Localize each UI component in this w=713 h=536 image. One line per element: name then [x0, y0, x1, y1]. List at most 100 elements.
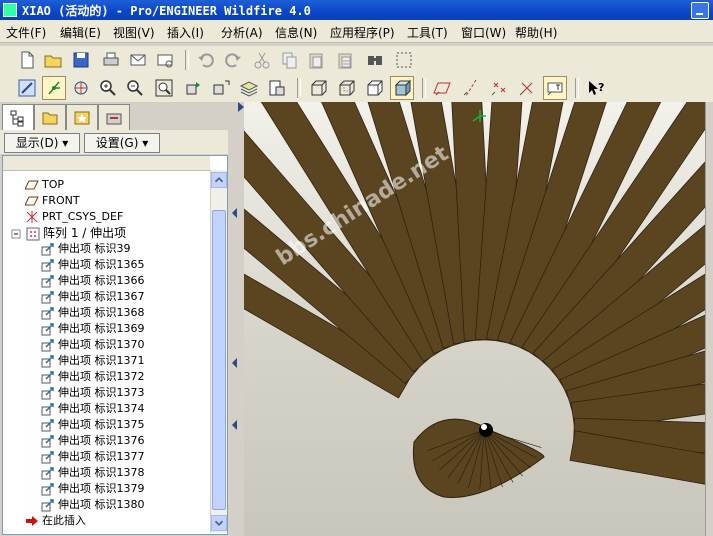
menu-tools[interactable]: 工具(T): [407, 24, 448, 41]
tree-item-csys[interactable]: PRT_CSYS_DEF: [25, 209, 123, 225]
menu-file[interactable]: 文件(F): [6, 24, 46, 41]
menu-info[interactable]: 信息(N): [275, 24, 317, 41]
tab-folder-browser[interactable]: [34, 104, 66, 131]
hidden-line-icon[interactable]: [335, 77, 357, 99]
refit-icon[interactable]: [153, 77, 175, 99]
collapse-arrow-icon[interactable]: [232, 420, 238, 430]
tree-item-feature[interactable]: 伸出项 标识1366: [41, 273, 145, 289]
context-help-icon[interactable]: ?: [585, 77, 607, 99]
minimize-button[interactable]: [691, 2, 709, 19]
reorient-icon[interactable]: [183, 77, 205, 99]
tree-item-feature[interactable]: 伸出项 标识1370: [41, 337, 145, 353]
datum-csys-icon[interactable]: [516, 77, 538, 99]
fan-hub: [412, 418, 545, 498]
settings-dropdown-label: 设置(G): [95, 136, 139, 150]
tab-favorites[interactable]: [66, 104, 98, 131]
tree-item-label: 在此插入: [42, 514, 86, 527]
collapse-arrow-icon[interactable]: [232, 358, 238, 368]
toolbar-separator: [297, 78, 301, 98]
tree-item-feature[interactable]: 伸出项 标识1379: [41, 481, 145, 497]
view-manager-icon[interactable]: [266, 77, 288, 99]
extrude-icon: [41, 290, 55, 304]
datum-point-icon[interactable]: [488, 77, 510, 99]
menu-insert[interactable]: 插入(I): [167, 24, 204, 41]
zoom-in-icon[interactable]: [97, 77, 119, 99]
menu-analysis[interactable]: 分析(A): [221, 24, 263, 41]
extrude-icon: [41, 482, 55, 496]
scroll-thumb[interactable]: [212, 210, 226, 510]
save-icon[interactable]: [70, 49, 92, 71]
graphics-viewport[interactable]: [244, 102, 705, 536]
tree-item-feature[interactable]: 伸出项 标识1376: [41, 433, 145, 449]
saved-views-icon[interactable]: [210, 77, 232, 99]
menu-applications[interactable]: 应用程序(P): [330, 24, 395, 41]
tree-item-feature[interactable]: 伸出项 标识1365: [41, 257, 145, 273]
tree-item-label: 伸出项 标识1370: [58, 338, 145, 351]
email-attach-icon[interactable]: [154, 49, 176, 71]
tree-scrollbar[interactable]: [210, 170, 227, 533]
tree-item-feature[interactable]: 伸出项 标识1368: [41, 305, 145, 321]
orient-icon[interactable]: [70, 77, 92, 99]
tree-item-feature[interactable]: 伸出项 标识1369: [41, 321, 145, 337]
tree-item-feature[interactable]: 伸出项 标识1378: [41, 465, 145, 481]
panel-splitter[interactable]: [228, 102, 244, 536]
tree-item-label: 伸出项 标识1367: [58, 290, 145, 303]
redo-icon[interactable]: [222, 49, 244, 71]
datum-axis-icon[interactable]: [460, 77, 482, 99]
collapse-arrow-icon[interactable]: [232, 208, 238, 218]
scroll-up-button[interactable]: [211, 172, 227, 188]
collapse-icon[interactable]: [9, 227, 23, 241]
menu-help[interactable]: 帮助(H): [515, 24, 557, 41]
tree-item-feature[interactable]: 伸出项 标识1367: [41, 289, 145, 305]
tree-item-feature[interactable]: 伸出项 标识39: [41, 241, 131, 257]
menu-window[interactable]: 窗口(W): [461, 24, 506, 41]
shading-icon[interactable]: [390, 76, 414, 100]
tree-item-feature[interactable]: 伸出项 标识1374: [41, 401, 145, 417]
tree-item-feature[interactable]: 伸出项 标识1377: [41, 449, 145, 465]
navigator-tabs: [0, 102, 232, 132]
tree-item-label: 阵列 1 / 伸出项: [43, 226, 127, 240]
paste-special-icon[interactable]: [334, 49, 356, 71]
extrude-icon: [41, 242, 55, 256]
tree-item-label: 伸出项 标识1379: [58, 482, 145, 495]
new-file-icon[interactable]: [16, 49, 38, 71]
spin-center-icon[interactable]: [42, 76, 66, 100]
select-box-icon[interactable]: [393, 49, 415, 71]
menu-view[interactable]: 视图(V): [113, 24, 155, 41]
tree-item-feature[interactable]: 伸出项 标识1372: [41, 369, 145, 385]
tree-item-feature[interactable]: 伸出项 标识1375: [41, 417, 145, 433]
layers-icon[interactable]: [238, 77, 260, 99]
tree-item-feature[interactable]: 伸出项 标识1373: [41, 385, 145, 401]
email-icon[interactable]: [127, 49, 149, 71]
show-dropdown-button[interactable]: 显示(D) ▾: [4, 133, 80, 153]
insert-arrow-icon: [25, 514, 39, 528]
tab-connections[interactable]: [98, 104, 130, 131]
tree-item-label: 伸出项 标识1371: [58, 354, 145, 367]
tab-model-tree[interactable]: [2, 104, 34, 132]
toolbar-separator: [185, 50, 189, 70]
copy-icon[interactable]: [278, 49, 300, 71]
open-folder-icon[interactable]: [42, 49, 64, 71]
datum-plane-icon[interactable]: [432, 77, 454, 99]
scroll-down-button[interactable]: [211, 515, 227, 531]
menu-edit[interactable]: 编辑(E): [60, 24, 101, 41]
undo-icon[interactable]: [195, 49, 217, 71]
tree-item-feature[interactable]: 伸出项 标识1380: [41, 497, 145, 513]
paste-icon[interactable]: [305, 49, 327, 71]
annotation-icon[interactable]: [543, 76, 567, 100]
find-icon[interactable]: [364, 49, 386, 71]
insert-here-marker[interactable]: 在此插入: [25, 513, 86, 529]
tree-item-front[interactable]: FRONT: [24, 193, 80, 209]
tree-item-feature[interactable]: 伸出项 标识1371: [41, 353, 145, 369]
extrude-icon: [41, 386, 55, 400]
tree-item-pattern[interactable]: 阵列 1 / 伸出项: [9, 225, 126, 241]
print-icon[interactable]: [100, 49, 122, 71]
repaint-icon[interactable]: [16, 77, 38, 99]
tree-item-top[interactable]: TOP: [24, 177, 64, 193]
extrude-icon: [41, 274, 55, 288]
settings-dropdown-button[interactable]: 设置(G) ▾: [84, 133, 160, 153]
no-hidden-icon[interactable]: [363, 77, 385, 99]
cut-icon[interactable]: [251, 49, 273, 71]
wireframe-icon[interactable]: [307, 77, 329, 99]
zoom-out-icon[interactable]: [124, 77, 146, 99]
